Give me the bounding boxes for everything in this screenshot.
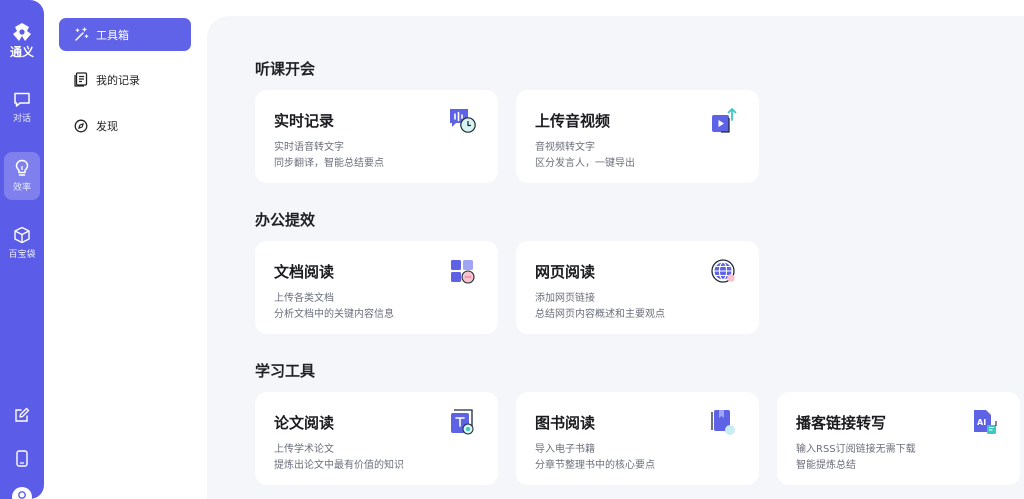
card-desc: 音视频转文字 (535, 142, 595, 153)
section-title-office: 办公提效 (255, 211, 316, 229)
toolbox-panel: 听课开会 实时记录 实时语音转文字 同步翻译，智能总结要点 上传音视频 音视频转… (207, 16, 1024, 499)
secondary-sidebar: 工具箱 我的记录 发现 (44, 0, 204, 499)
app-rail: 通义 对话 效率 百宝袋 (0, 0, 44, 499)
mobile-icon (16, 450, 28, 467)
records-icon (73, 72, 89, 88)
upload-video-icon (712, 108, 737, 133)
magic-wand-icon (73, 27, 89, 43)
rail-item-label: 效率 (12, 183, 31, 193)
card-title: 上传音视频 (535, 112, 611, 130)
card-desc: 分析文档中的关键内容信息 (274, 309, 394, 320)
card-desc: 实时语音转文字 (274, 142, 344, 153)
card-desc: 上传学术论文 (274, 444, 334, 455)
paper-read-icon (451, 409, 474, 435)
card-desc: 输入RSS订阅链接无需下载 (796, 444, 916, 455)
card-book-read[interactable]: 图书阅读 导入电子书籍 分章节整理书中的核心要点 (516, 392, 759, 485)
app-logo[interactable]: 通义 (4, 22, 40, 60)
card-podcast-transcribe[interactable]: 播客链接转写 输入RSS订阅链接无需下载 智能提炼总结 AI (777, 392, 1020, 485)
cube-icon (14, 226, 30, 244)
nav-item-label: 工具箱 (96, 28, 129, 42)
nav-item-toolbox[interactable]: 工具箱 (59, 18, 191, 51)
tongyi-logo-icon (13, 23, 31, 41)
card-web-read[interactable]: 网页阅读 添加网页链接 总结网页内容概述和主要观点 (516, 241, 759, 334)
lightbulb-icon (15, 159, 29, 176)
card-title: 播客链接转写 (796, 414, 887, 432)
book-read-icon (711, 410, 735, 435)
card-desc: 同步翻译，智能总结要点 (274, 158, 384, 169)
avatar-icon (12, 487, 32, 499)
rail-item-label: 百宝袋 (8, 250, 36, 260)
podcast-ai-icon: AI (974, 410, 997, 434)
nav-item-label: 发现 (96, 119, 118, 133)
card-desc: 添加网页链接 (535, 293, 595, 304)
realtime-record-icon (450, 109, 476, 133)
document-read-icon (451, 260, 475, 284)
nav-item-label: 我的记录 (96, 73, 140, 87)
card-title: 论文阅读 (274, 414, 335, 432)
ai-badge-text: AI (977, 418, 986, 427)
logo-text: 通义 (9, 45, 34, 59)
rail-item-efficiency[interactable]: 效率 (4, 152, 40, 200)
card-title: 图书阅读 (535, 414, 596, 432)
card-desc: 导入电子书籍 (535, 444, 595, 455)
nav-item-my-records[interactable]: 我的记录 (59, 63, 191, 96)
card-desc: 总结网页内容概述和主要观点 (535, 309, 665, 320)
nav-item-discover[interactable]: 发现 (59, 109, 191, 142)
card-desc: 提炼出论文中最有价值的知识 (274, 460, 404, 471)
card-desc: 上传各类文档 (274, 293, 334, 304)
rail-item-label: 对话 (12, 114, 31, 124)
rail-item-chat[interactable]: 对话 (4, 92, 40, 124)
rail-item-treasure[interactable]: 百宝袋 (4, 226, 40, 260)
card-desc: 区分发言人，一键导出 (535, 158, 635, 169)
web-read-icon (711, 259, 735, 283)
card-realtime-record[interactable]: 实时记录 实时语音转文字 同步翻译，智能总结要点 (255, 90, 498, 183)
card-desc: 分章节整理书中的核心要点 (535, 460, 655, 471)
card-desc: 智能提炼总结 (796, 460, 856, 471)
card-upload-media[interactable]: 上传音视频 音视频转文字 区分发言人，一键导出 (516, 90, 759, 183)
card-title: 实时记录 (274, 112, 335, 130)
rail-edit-button[interactable] (4, 407, 40, 423)
card-title: 文档阅读 (274, 263, 335, 281)
edit-icon (15, 407, 30, 422)
chat-icon (14, 92, 30, 107)
card-title: 网页阅读 (535, 263, 596, 281)
section-title-meeting: 听课开会 (255, 60, 316, 78)
rail-avatar-button[interactable] (4, 487, 40, 499)
card-paper-read[interactable]: 论文阅读 上传学术论文 提炼出论文中最有价值的知识 (255, 392, 498, 485)
compass-icon (73, 118, 89, 134)
section-title-study: 学习工具 (255, 362, 316, 380)
card-document-read[interactable]: 文档阅读 上传各类文档 分析文档中的关键内容信息 (255, 241, 498, 334)
rail-mobile-button[interactable] (4, 450, 40, 467)
